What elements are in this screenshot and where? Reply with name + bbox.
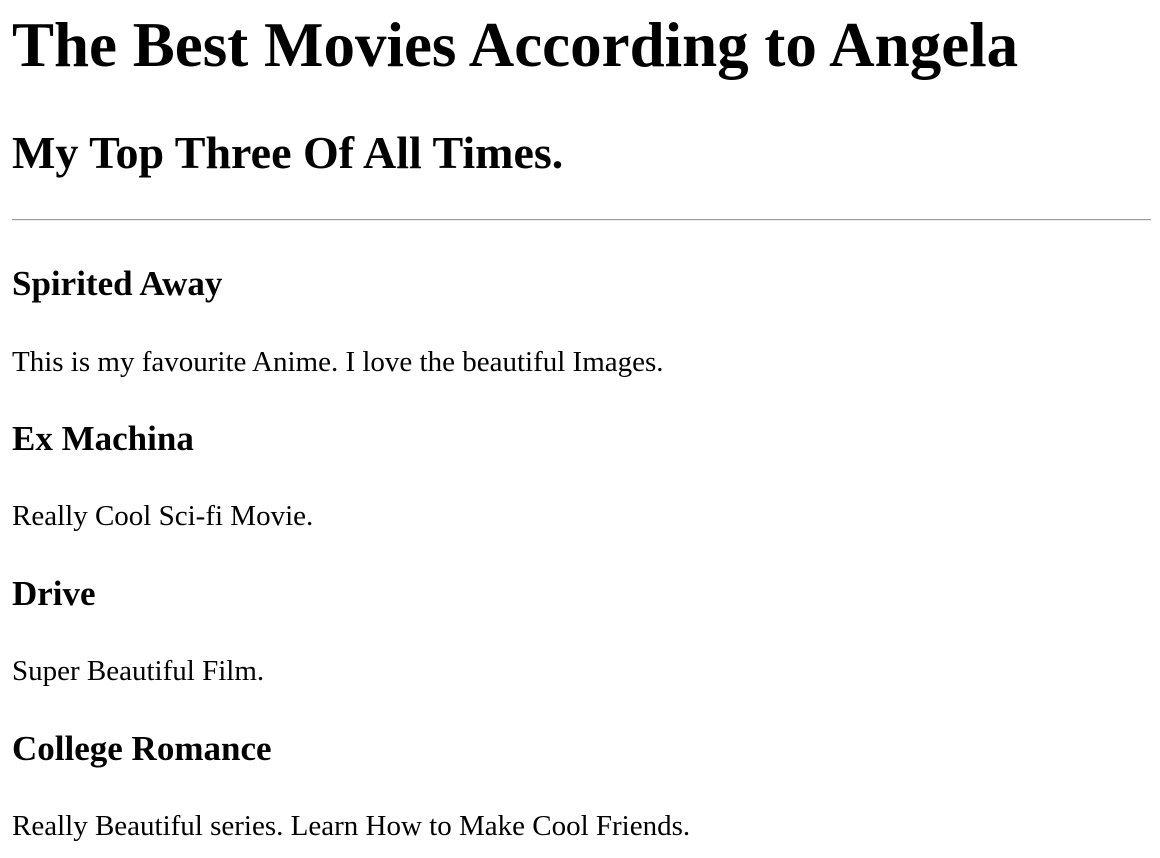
movie-description: This is my favourite Anime. I love the b… [12, 346, 664, 378]
movie-title: Ex Machina [12, 419, 194, 458]
movie-description: Really Beautiful series. Learn How to Ma… [12, 810, 691, 842]
section-divider [12, 219, 1151, 221]
movie-title: College Romance [12, 729, 272, 768]
page-subtitle: My Top Three Of All Times. [12, 127, 564, 178]
page-title: The Best Movies According to Angela [12, 10, 1019, 80]
movie-description: Super Beautiful Film. [12, 655, 265, 687]
movie-title: Spirited Away [12, 264, 223, 303]
document-page: The Best Movies According to Angela My T… [0, 0, 1160, 858]
movie-description: Really Cool Sci-fi Movie. [12, 500, 314, 532]
movie-title: Drive [12, 574, 96, 613]
